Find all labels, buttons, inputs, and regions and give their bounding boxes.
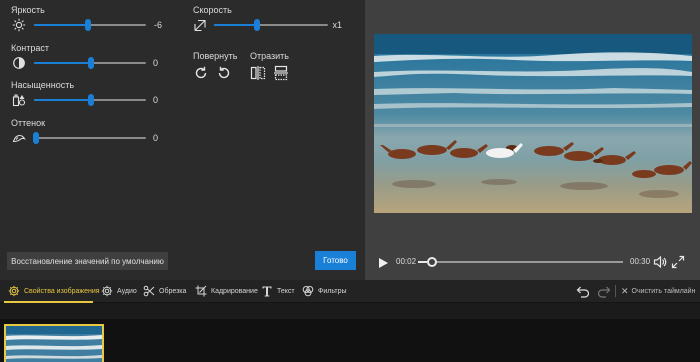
timeline[interactable] (0, 303, 700, 362)
tab-text[interactable]: Текст (261, 280, 295, 302)
volume-icon[interactable] (653, 255, 667, 269)
video-preview[interactable] (374, 34, 692, 213)
brightness-label: Яркость (11, 5, 45, 15)
done-button[interactable]: Готово (315, 251, 356, 270)
tab-crop-label: Кадрирование (211, 287, 258, 295)
tint-slider[interactable] (33, 132, 146, 144)
tab-audio[interactable]: Аудио (101, 280, 137, 302)
rotate-label: Повернуть (193, 51, 238, 61)
saturation-value: 0 (152, 95, 158, 105)
saturation-slider-thumb[interactable] (88, 94, 94, 106)
rotate-left-icon[interactable] (216, 65, 232, 81)
total-time: 00:30 (630, 257, 651, 266)
seek-slider-knob[interactable] (427, 257, 437, 267)
contrast-value: 0 (152, 58, 158, 68)
tab-image-properties-label: Свойства изображения (24, 287, 100, 295)
saturation-slider[interactable] (34, 94, 146, 106)
contrast-label: Контраст (11, 43, 49, 53)
speed-icon (193, 18, 207, 32)
play-icon[interactable] (377, 256, 389, 268)
brightness-slider-thumb[interactable] (85, 19, 91, 31)
toolbar-divider (615, 285, 616, 297)
rotate-right-icon[interactable] (193, 65, 209, 81)
timeline-ruler[interactable] (0, 303, 700, 319)
tab-trim-label: Обрезка (159, 287, 187, 295)
redo-icon[interactable] (597, 284, 611, 298)
preview-panel: 00:02 00:30 (365, 0, 700, 280)
filters-icon (302, 285, 314, 297)
tab-audio-label: Аудио (117, 287, 137, 295)
contrast-slider-thumb[interactable] (88, 57, 94, 69)
tab-crop[interactable]: Кадрирование (195, 280, 258, 302)
tint-slider-thumb[interactable] (33, 132, 39, 144)
gear-icon (8, 285, 20, 297)
scissors-icon (143, 285, 155, 297)
flip-label: Отразить (250, 51, 289, 61)
timeline-clip[interactable] (4, 324, 104, 362)
reset-defaults-button[interactable]: Восстановление значений по умолчанию (7, 252, 168, 270)
saturation-icon (12, 93, 26, 107)
speed-slider-thumb[interactable] (254, 19, 260, 31)
close-icon: ✕ (621, 285, 629, 296)
speed-slider[interactable] (214, 19, 328, 31)
tint-icon (12, 131, 26, 145)
brightness-slider[interactable] (34, 19, 146, 31)
clear-timeline-label: Очистить таймлайн (631, 287, 696, 295)
clear-timeline-button[interactable]: ✕ Очистить таймлайн (621, 280, 695, 302)
flip-vertical-icon[interactable] (273, 65, 289, 81)
tab-filters[interactable]: Фильтры (302, 280, 347, 302)
tint-value: 0 (152, 133, 158, 143)
contrast-slider[interactable] (34, 57, 146, 69)
tab-trim[interactable]: Обрезка (143, 280, 186, 302)
sun-icon (12, 18, 26, 32)
image-properties-panel: Яркость -6 Контраст 0 Насыщенность 0 Отт… (0, 0, 365, 280)
fullscreen-icon[interactable] (671, 255, 685, 269)
crop-icon (195, 285, 207, 297)
tab-text-label: Текст (277, 287, 295, 295)
current-time: 00:02 (396, 257, 417, 266)
saturation-label: Насыщенность (11, 80, 75, 90)
flip-horizontal-icon[interactable] (250, 65, 266, 81)
tint-label: Оттенок (11, 118, 46, 128)
undo-icon[interactable] (576, 284, 590, 298)
speed-label: Скорость (193, 5, 232, 15)
gear-audio-icon (101, 285, 113, 297)
text-icon (261, 285, 273, 297)
editor-toolbar: Свойства изображения Аудио Обрезка Кадри… (0, 280, 700, 303)
speed-value: x1 (332, 20, 342, 30)
seek-slider[interactable] (418, 256, 623, 268)
contrast-icon (12, 56, 26, 70)
brightness-value: -6 (153, 20, 162, 30)
tab-image-properties[interactable]: Свойства изображения (8, 280, 100, 302)
tab-filters-label: Фильтры (318, 287, 347, 295)
video-editor: Яркость -6 Контраст 0 Насыщенность 0 Отт… (0, 0, 700, 362)
